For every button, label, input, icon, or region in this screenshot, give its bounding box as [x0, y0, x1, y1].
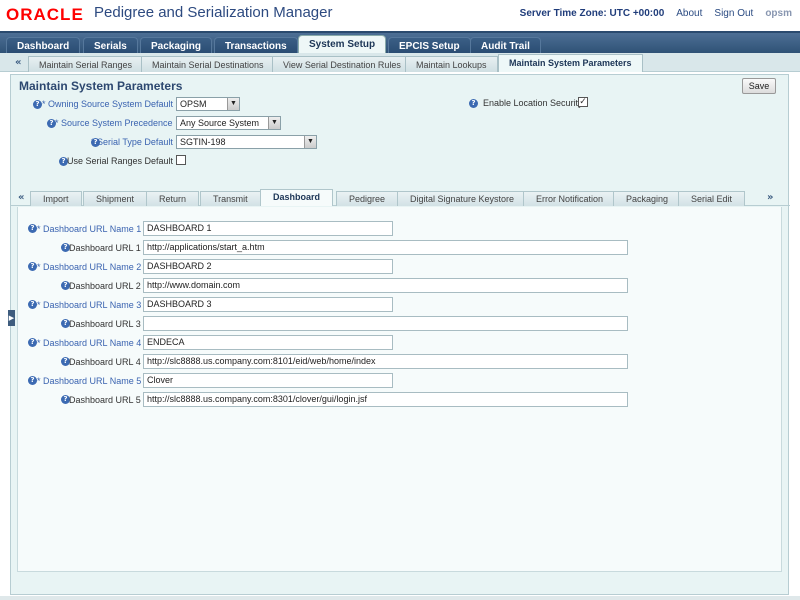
tabs-scroll-right-icon[interactable]: »: [767, 192, 773, 203]
sign-out-link[interactable]: Sign Out: [714, 8, 753, 19]
main-navigation: Dashboard Serials Packaging Transactions…: [0, 31, 800, 55]
page-title: Maintain System Parameters: [19, 79, 183, 93]
subtab-view-serial-destination-rules[interactable]: View Serial Destination Rules: [272, 56, 412, 72]
chevron-down-icon: ▼: [304, 136, 316, 148]
dashboard-url-1-field[interactable]: http://applications/start_a.htm: [143, 240, 628, 255]
tabs-scroll-left-icon[interactable]: «: [18, 192, 24, 203]
dashboard-url-label: Dashboard URL 2: [69, 281, 141, 291]
save-button[interactable]: Save: [742, 78, 776, 94]
tab-dashboard-params[interactable]: Dashboard: [260, 189, 334, 206]
help-icon[interactable]: ?: [28, 224, 37, 233]
help-icon[interactable]: ?: [28, 376, 37, 385]
dashboard-url-label: Dashboard URL 1: [69, 243, 141, 253]
tab-packaging-params[interactable]: Packaging: [613, 191, 682, 206]
dashboard-url-name-label: * Dashboard URL Name 1: [37, 224, 142, 234]
tab-transmit[interactable]: Transmit: [200, 191, 261, 206]
app-title: Pedigree and Serialization Manager: [94, 4, 333, 21]
dashboard-url-3-field[interactable]: [143, 316, 628, 331]
dashboard-url-label: Dashboard URL 3: [69, 319, 141, 329]
help-icon[interactable]: ?: [28, 338, 37, 347]
serial-type-default-select[interactable]: SGTIN-198 ▼: [176, 135, 317, 149]
tab-system-setup[interactable]: System Setup: [298, 35, 387, 55]
tab-import[interactable]: Import: [30, 191, 82, 206]
app-header: ORACLE Pedigree and Serialization Manage…: [0, 0, 800, 28]
help-icon[interactable]: ?: [33, 100, 42, 109]
use-serial-ranges-label: Use Serial Ranges Default: [67, 156, 174, 166]
source-system-precedence-label: * Source System Precedence: [55, 118, 173, 128]
dashboard-url-label: Dashboard URL 4: [69, 357, 141, 367]
subtab-maintain-serial-ranges[interactable]: Maintain Serial Ranges: [28, 56, 144, 72]
help-icon[interactable]: ?: [28, 262, 37, 271]
dashboard-url-name-2-field[interactable]: DASHBOARD 2: [143, 259, 393, 274]
opsm-brand: opsm: [765, 8, 792, 19]
dashboard-url-2-field[interactable]: http://www.domain.com: [143, 278, 628, 293]
expand-panel-handle[interactable]: ▶: [8, 310, 15, 326]
help-icon[interactable]: ?: [28, 300, 37, 309]
enable-location-security-checkbox[interactable]: ✓: [578, 97, 588, 107]
server-time-zone: Server Time Zone: UTC +00:00: [519, 8, 665, 19]
oracle-logo: ORACLE: [6, 5, 84, 24]
dashboard-url-name-4-field[interactable]: ENDECA: [143, 335, 393, 350]
tab-digital-signature-keystore[interactable]: Digital Signature Keystore: [397, 191, 528, 206]
chevron-down-icon: ▼: [227, 98, 239, 110]
tab-shipment[interactable]: Shipment: [83, 191, 148, 206]
dashboard-url-5-field[interactable]: http://slc8888.us.company.com:8301/clove…: [143, 392, 628, 407]
parameter-tabs: « Import Shipment Return Transmit Dashbo…: [10, 189, 790, 206]
tab-pedigree[interactable]: Pedigree: [336, 191, 399, 206]
chevron-right-icon: ▶: [8, 314, 15, 322]
subtab-maintain-system-parameters[interactable]: Maintain System Parameters: [498, 54, 643, 72]
dashboard-url-4-field[interactable]: http://slc8888.us.company.com:8101/eid/w…: [143, 354, 628, 369]
dashboard-url-name-5-field[interactable]: Clover: [143, 373, 393, 388]
subtab-maintain-serial-destinations[interactable]: Maintain Serial Destinations: [141, 56, 275, 72]
owning-source-system-label: * Owning Source System Default: [42, 99, 174, 109]
chevron-down-icon: ▼: [268, 117, 280, 129]
enable-location-security-label: Enable Location Security: [483, 98, 583, 108]
dashboard-url-name-3-field[interactable]: DASHBOARD 3: [143, 297, 393, 312]
tab-return[interactable]: Return: [146, 191, 200, 206]
about-link[interactable]: About: [676, 8, 702, 19]
dashboard-url-name-label: * Dashboard URL Name 4: [37, 338, 142, 348]
dashboard-url-name-label: * Dashboard URL Name 2: [37, 262, 142, 272]
serial-type-default-label: * Serial Type Default: [91, 137, 173, 147]
tab-error-notification[interactable]: Error Notification: [523, 191, 617, 206]
use-serial-ranges-checkbox[interactable]: [176, 155, 186, 165]
subnav-scroll-left-icon[interactable]: «: [15, 57, 21, 68]
source-system-precedence-select[interactable]: Any Source System ▼: [176, 116, 281, 130]
sub-navigation: « Maintain Serial Ranges Maintain Serial…: [0, 53, 800, 72]
dashboard-url-name-label: * Dashboard URL Name 5: [37, 376, 142, 386]
dashboard-url-name-label: * Dashboard URL Name 3: [37, 300, 142, 310]
dashboard-url-label: Dashboard URL 5: [69, 395, 141, 405]
owning-source-system-select[interactable]: OPSM ▼: [176, 97, 240, 111]
subtab-maintain-lookups[interactable]: Maintain Lookups: [405, 56, 498, 72]
dashboard-url-name-1-field[interactable]: DASHBOARD 1: [143, 221, 393, 236]
header-links: Server Time Zone: UTC +00:00 About Sign …: [520, 8, 792, 19]
help-icon[interactable]: ?: [469, 99, 478, 108]
footer-bar: [0, 596, 800, 600]
tab-serial-edit[interactable]: Serial Edit: [678, 191, 746, 206]
